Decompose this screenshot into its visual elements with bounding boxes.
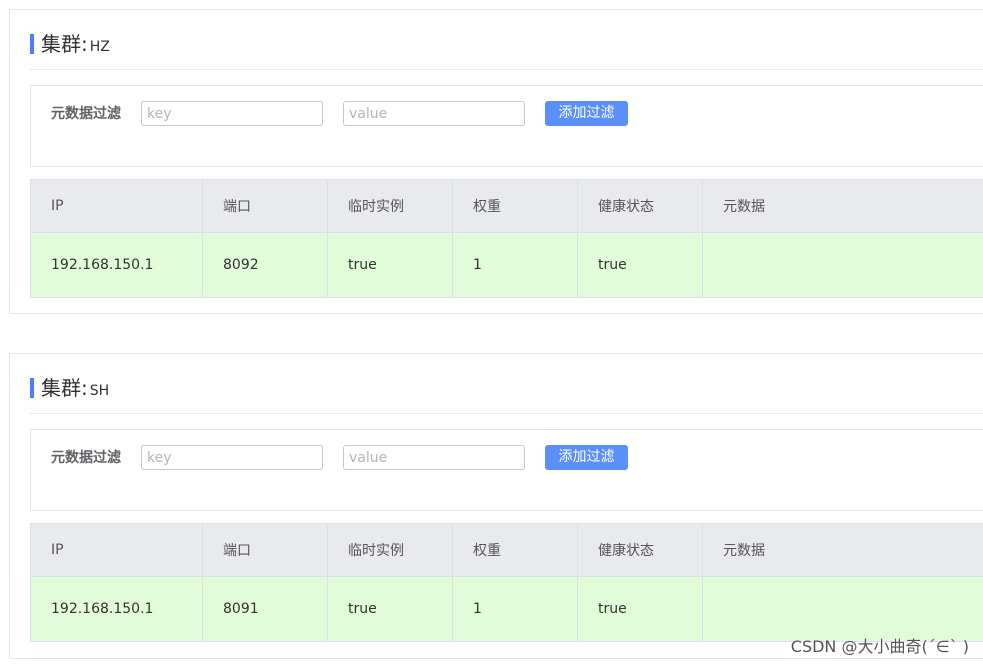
cluster-title-label: 集群: xyxy=(41,32,88,56)
cell-port: 8092 xyxy=(202,232,328,298)
title-accent-bar xyxy=(30,34,34,54)
column-header-health: 健康状态 xyxy=(577,179,703,233)
table-row: 192.168.150.1 8092 true 1 true xyxy=(30,232,983,298)
metadata-filter-label: 元数据过滤 xyxy=(51,106,121,122)
column-header-ip: IP xyxy=(30,179,203,233)
column-header-health: 健康状态 xyxy=(577,523,703,577)
table-header-row: IP 端口 临时实例 权重 健康状态 元数据 xyxy=(30,523,983,577)
cell-ip: 192.168.150.1 xyxy=(30,576,203,642)
column-header-ip: IP xyxy=(30,523,203,577)
cell-health: true xyxy=(577,576,703,642)
column-header-weight: 权重 xyxy=(452,523,578,577)
metadata-filter-panel: 元数据过滤 添加过滤 xyxy=(30,429,983,511)
cell-ephemeral: true xyxy=(327,232,453,298)
table-row: 192.168.150.1 8091 true 1 true xyxy=(30,576,983,642)
metadata-filter-panel: 元数据过滤 添加过滤 xyxy=(30,85,983,167)
cell-port: 8091 xyxy=(202,576,328,642)
column-header-metadata: 元数据 xyxy=(702,523,983,577)
cell-ephemeral: true xyxy=(327,576,453,642)
column-header-metadata: 元数据 xyxy=(702,179,983,233)
filter-key-input[interactable] xyxy=(141,101,323,126)
cell-ip: 192.168.150.1 xyxy=(30,232,203,298)
cell-health: true xyxy=(577,232,703,298)
cluster-title-row: 集群: SH xyxy=(30,354,983,414)
filter-value-input[interactable] xyxy=(343,101,525,126)
cell-metadata xyxy=(702,232,983,298)
cluster-card-sh: 集群:SH 元数据过滤 添加过滤 IP 端口 临时实例 权重 健康状态 元数据 … xyxy=(9,353,983,659)
cell-metadata xyxy=(702,576,983,642)
filter-value-input[interactable] xyxy=(343,445,525,470)
cluster-title-name: HZ xyxy=(89,39,110,55)
column-header-port: 端口 xyxy=(202,179,328,233)
instance-table: IP 端口 临时实例 权重 健康状态 元数据 192.168.150.1 809… xyxy=(30,179,983,298)
cluster-title: 集群: HZ xyxy=(41,33,110,58)
column-header-weight: 权重 xyxy=(452,179,578,233)
cluster-title: 集群: SH xyxy=(41,377,109,402)
cell-weight: 1 xyxy=(452,576,578,642)
metadata-filter-label: 元数据过滤 xyxy=(51,450,121,466)
title-accent-bar xyxy=(30,378,34,398)
instance-table: IP 端口 临时实例 权重 健康状态 元数据 192.168.150.1 809… xyxy=(30,523,983,642)
column-header-ephemeral: 临时实例 xyxy=(327,179,453,233)
watermark: CSDN @大小曲奇(´∈` ) xyxy=(790,637,969,656)
add-filter-button[interactable]: 添加过滤 xyxy=(545,101,628,126)
cluster-title-label: 集群: xyxy=(41,376,88,400)
column-header-port: 端口 xyxy=(202,523,328,577)
cluster-title-row: 集群: HZ xyxy=(30,10,983,70)
filter-key-input[interactable] xyxy=(141,445,323,470)
add-filter-button[interactable]: 添加过滤 xyxy=(545,445,628,470)
cell-weight: 1 xyxy=(452,232,578,298)
cluster-card-hz: 集群:HZ 元数据过滤 添加过滤 IP 端口 临时实例 权重 健康状态 元数据 … xyxy=(9,9,983,314)
table-header-row: IP 端口 临时实例 权重 健康状态 元数据 xyxy=(30,179,983,233)
cluster-title-name: SH xyxy=(89,383,110,399)
column-header-ephemeral: 临时实例 xyxy=(327,523,453,577)
